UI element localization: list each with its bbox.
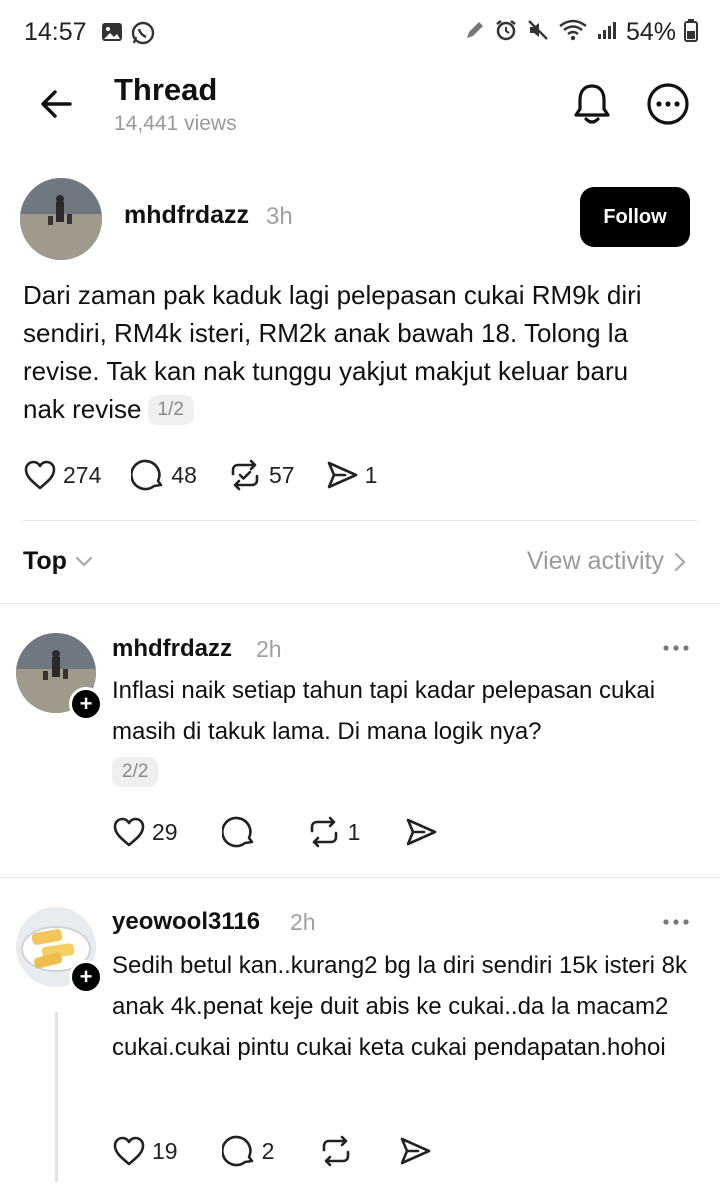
share-button[interactable]: [404, 816, 438, 848]
image-icon: [100, 20, 124, 51]
reply-body: Inflasi naik setiap tahun tapi kadar pel…: [112, 670, 702, 793]
post-actions: 274 48 57 1: [23, 458, 377, 492]
repost-button[interactable]: [318, 1134, 354, 1168]
view-activity-link[interactable]: View activity: [527, 547, 686, 576]
comment-icon: [221, 1135, 253, 1167]
reply-text: Sedih betul kan..kurang2 bg la diri send…: [112, 952, 687, 1061]
divider: [0, 603, 720, 604]
notify-button[interactable]: [568, 80, 616, 128]
divider: [0, 877, 720, 878]
reply-body: Sedih betul kan..kurang2 bg la diri send…: [112, 945, 702, 1068]
reply-actions: 19 2: [112, 1134, 432, 1168]
reply-author[interactable]: yeowool3116: [112, 908, 260, 936]
follow-plus-icon[interactable]: +: [69, 687, 103, 721]
back-arrow-icon: [41, 90, 72, 118]
repost-count: 1: [347, 818, 361, 845]
whatsapp-icon: [130, 20, 156, 51]
comment-icon: [221, 816, 253, 848]
repost-button[interactable]: 1: [306, 815, 361, 849]
page-title: Thread: [114, 72, 218, 107]
heart-icon: [113, 817, 145, 847]
chevron-right-icon: [674, 552, 686, 571]
view-activity-label: View activity: [526, 547, 664, 575]
heart-icon: [113, 1136, 145, 1166]
send-icon: [327, 461, 357, 489]
status-time: 14:57: [24, 18, 87, 46]
reply-more-button[interactable]: [660, 914, 692, 930]
page-badge: 2/2: [112, 757, 159, 787]
back-button[interactable]: [34, 82, 78, 126]
comment-button[interactable]: [221, 815, 262, 849]
follow-button[interactable]: Follow: [580, 187, 690, 247]
chevron-down-icon: [75, 556, 93, 567]
like-button[interactable]: 19: [112, 1135, 178, 1167]
comment-button[interactable]: 2: [221, 1134, 275, 1168]
reply-timestamp: 2h: [290, 909, 316, 935]
repost-button[interactable]: 57: [227, 458, 295, 492]
sort-label: Top: [23, 547, 67, 575]
share-button[interactable]: [398, 1135, 432, 1167]
more-horizontal-icon: [663, 645, 689, 651]
repost-count: 57: [268, 461, 295, 488]
post-text: Dari zaman pak kaduk lagi pelepasan cuka…: [23, 280, 642, 424]
reply-timestamp: 2h: [256, 636, 282, 662]
comment-icon: [131, 459, 163, 491]
divider: [23, 520, 697, 521]
pen-icon: [464, 19, 486, 46]
more-icon: [647, 83, 689, 125]
like-count: 274: [63, 461, 102, 488]
like-button[interactable]: 29: [112, 816, 178, 848]
send-icon: [401, 1137, 431, 1165]
like-count: 29: [152, 818, 178, 845]
repost-icon: [310, 816, 337, 848]
view-count: 14,441 views: [114, 112, 237, 135]
alarm-icon: [494, 18, 518, 47]
reply-more-button[interactable]: [660, 640, 692, 656]
bell-icon: [574, 84, 610, 124]
heart-icon: [24, 460, 56, 490]
page-badge: 1/2: [147, 395, 194, 425]
share-button[interactable]: 1: [325, 459, 378, 491]
repost-icon: [231, 459, 259, 491]
reply-author[interactable]: mhdfrdazz: [112, 635, 232, 663]
status-bar: 14:57 54%: [0, 0, 720, 64]
battery-level: 54%: [625, 18, 676, 46]
signal-icon: [596, 19, 618, 46]
thread-header: Thread 14,441 views: [0, 64, 720, 160]
post-timestamp: 3h: [266, 203, 293, 230]
like-count: 19: [152, 1137, 178, 1164]
repost-icon: [323, 1135, 350, 1167]
post-body: Dari zaman pak kaduk lagi pelepasan cuka…: [23, 276, 673, 428]
more-horizontal-icon: [663, 919, 689, 925]
more-options-button[interactable]: [644, 80, 692, 128]
send-icon: [407, 818, 437, 846]
comment-count: 2: [261, 1137, 275, 1164]
reply-text: Inflasi naik setiap tahun tapi kadar pel…: [112, 677, 656, 745]
comment-count: 48: [171, 461, 197, 488]
mute-icon: [526, 18, 550, 47]
sort-dropdown[interactable]: Top: [23, 547, 93, 576]
share-count: 1: [364, 461, 378, 488]
avatar-photo: [20, 178, 102, 260]
author-avatar[interactable]: [20, 178, 102, 260]
post-author[interactable]: mhdfrdazz: [124, 201, 249, 230]
like-button[interactable]: 274: [23, 459, 101, 491]
thread-connector-line: [55, 1012, 58, 1182]
wifi-icon: [558, 18, 588, 47]
battery-icon: [684, 18, 698, 47]
reply-actions: 29 1: [112, 815, 438, 849]
comment-button[interactable]: 48: [131, 458, 197, 492]
follow-plus-icon[interactable]: +: [69, 960, 103, 994]
